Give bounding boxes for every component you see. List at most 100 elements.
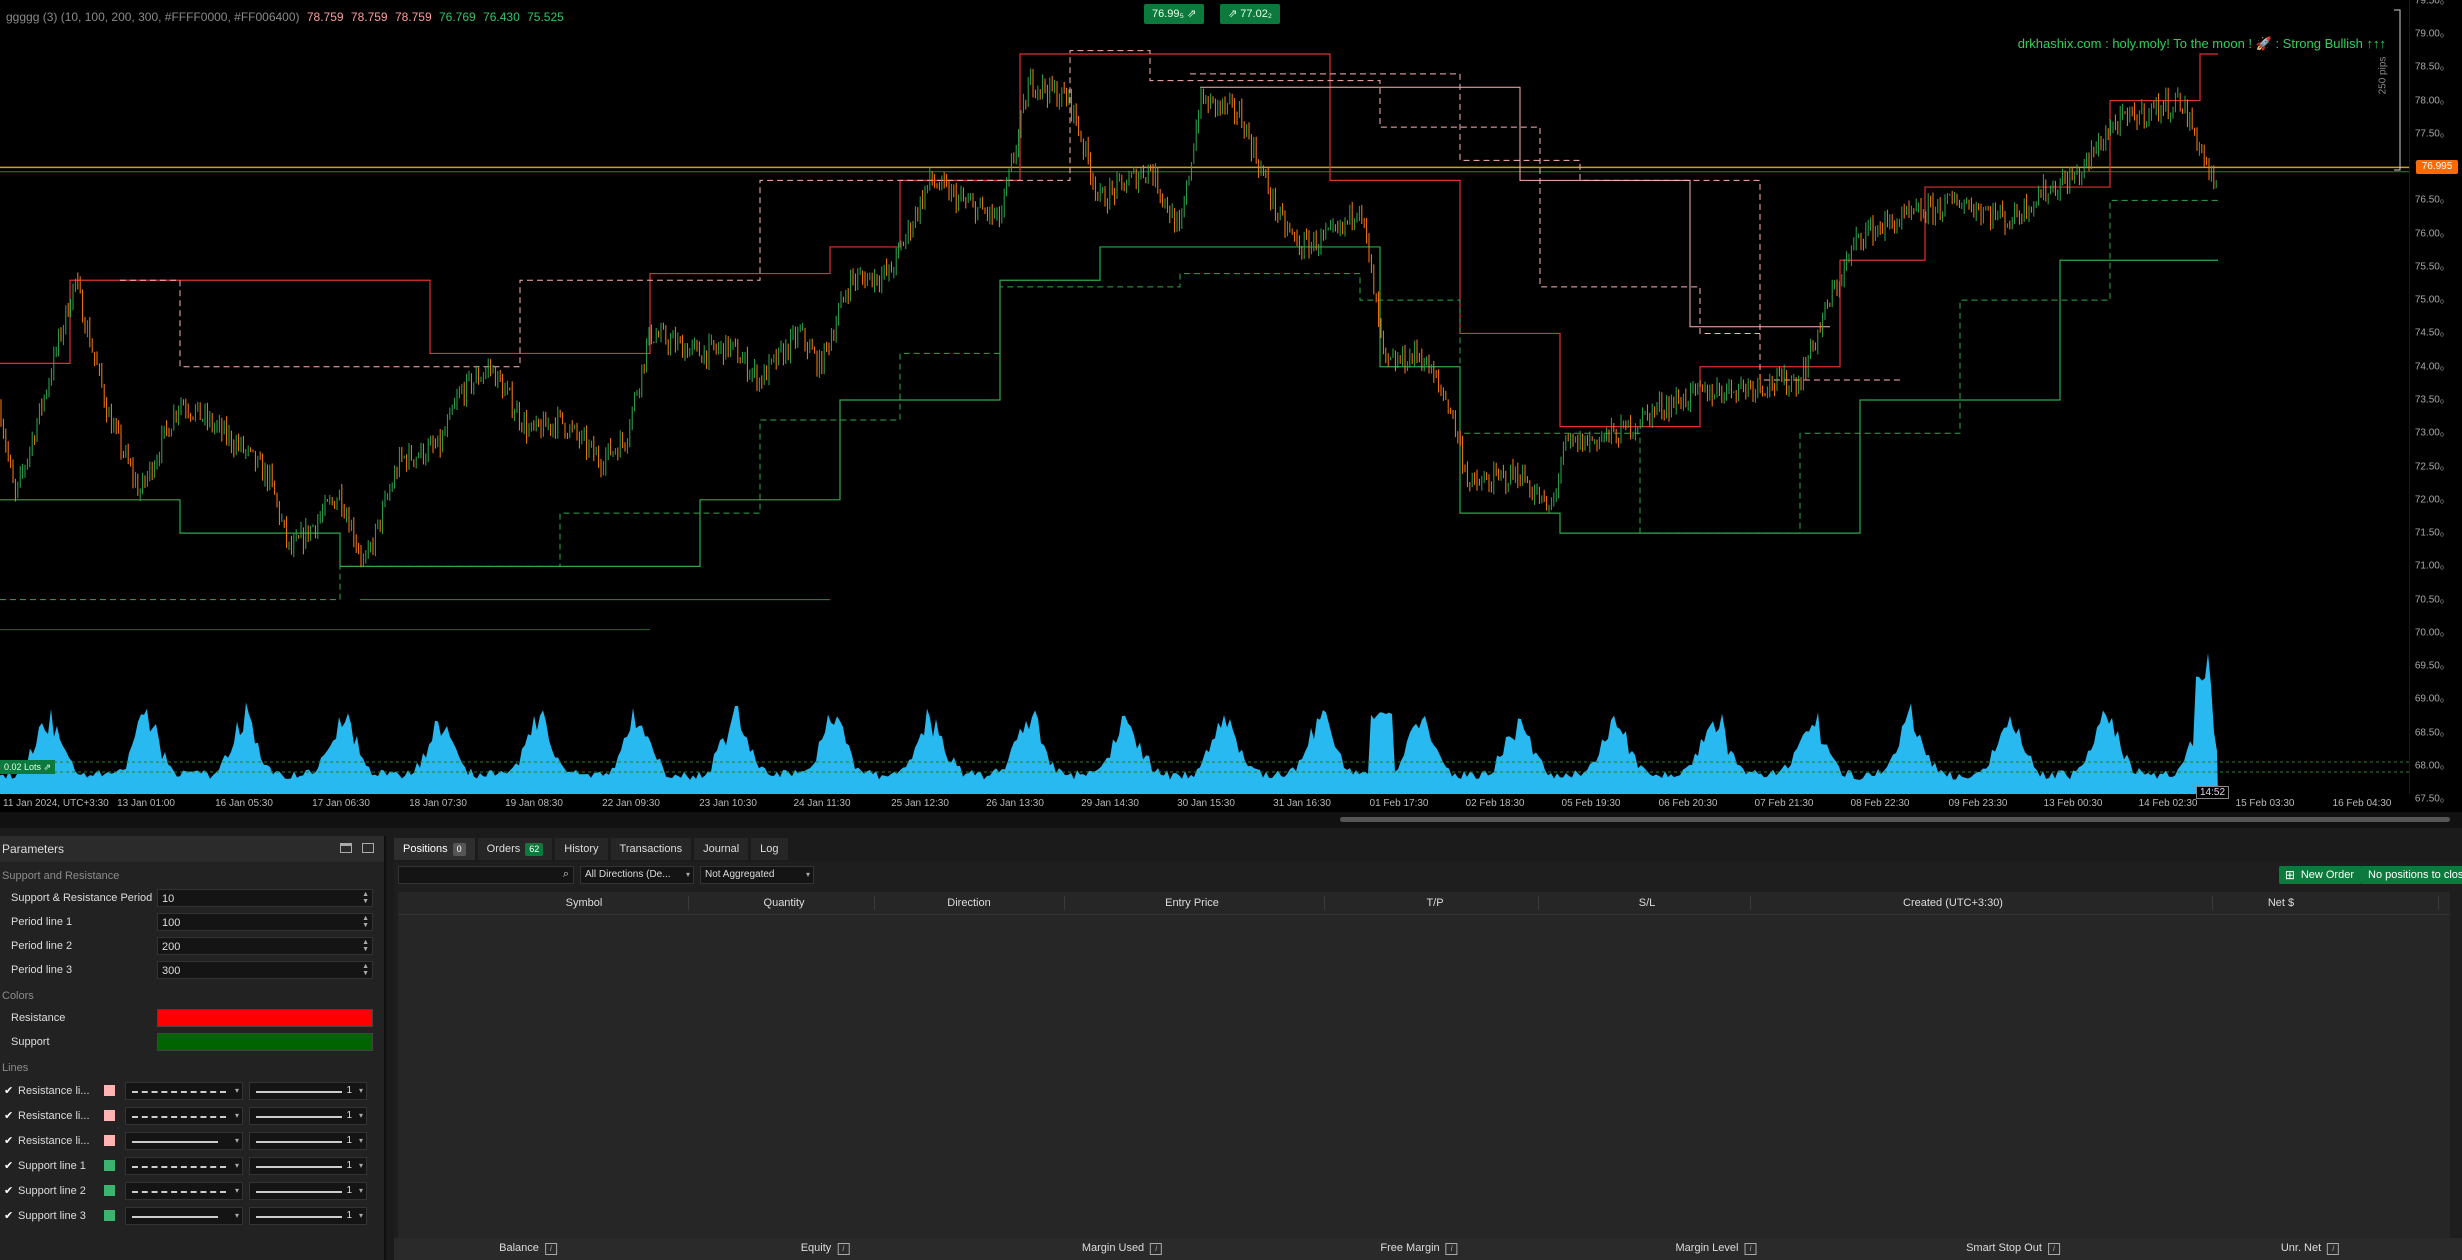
checkbox-checked-icon[interactable]: ✔ [4, 1209, 18, 1222]
new-order-button[interactable]: ⊞ New Order [2278, 866, 2362, 884]
checkbox-checked-icon[interactable]: ✔ [4, 1084, 18, 1097]
checkbox-checked-icon[interactable]: ✔ [4, 1159, 18, 1172]
column-separator[interactable] [874, 896, 875, 910]
time-tick: 01 Feb 17:30 [1369, 798, 1429, 809]
column-separator[interactable] [2212, 896, 2213, 910]
tab-positions[interactable]: Positions 0 [394, 838, 475, 860]
info-icon[interactable]: i [1150, 1243, 1163, 1255]
line-label: Resistance li... [18, 1109, 90, 1122]
tab-history[interactable]: History [555, 838, 608, 860]
parameters-header: Parameters [0, 836, 384, 862]
chart-area[interactable]: ggggg (3) (10, 100, 200, 300, #FFFF0000,… [0, 0, 2462, 828]
stepper-icon[interactable]: ▲ ▼ [362, 939, 369, 953]
stepper-icon[interactable]: ▲ ▼ [362, 963, 369, 977]
search-input[interactable]: ⌕ [398, 866, 574, 884]
price-axis[interactable]: 79.50₀79.00₀78.50₀78.00₀77.50₀77.00₀76.5… [2409, 0, 2462, 805]
line-color-swatch[interactable] [104, 1110, 115, 1121]
column-separator[interactable] [2438, 896, 2439, 910]
line-setting-row: ✔ Support line 1 ▾ 1 ▾ [0, 1153, 384, 1178]
checkbox-checked-icon[interactable]: ✔ [4, 1134, 18, 1147]
chevron-down-icon: ▾ [234, 1135, 239, 1145]
buy-price: 77.02₂ [1240, 8, 1273, 20]
line-style-select[interactable]: ▾ [125, 1181, 243, 1200]
column-separator[interactable] [688, 896, 689, 910]
param-period-line-2: Period line 2 200 ▲ ▼ [0, 934, 384, 958]
param-sr-period: Support & Resistance Period 10 ▲ ▼ [0, 886, 384, 910]
time-axis[interactable]: 11 Jan 2024, UTC+3:30 13 Jan 01:00 16 Jan … [0, 794, 2410, 812]
line-style-select[interactable]: ▾ [125, 1206, 243, 1225]
tab-orders[interactable]: Orders 62 [477, 838, 553, 860]
line-width-select[interactable]: 1 ▾ [249, 1081, 367, 1100]
line-width-select[interactable]: 1 ▾ [249, 1156, 367, 1175]
param-label: Period line 2 [11, 940, 73, 952]
buy-button[interactable]: ⇗ 77.02₂ [1220, 4, 1281, 24]
sell-button[interactable]: 76.99₅ ⇗ [1144, 4, 1205, 24]
period-line-2-input[interactable]: 200 ▲ ▼ [157, 937, 373, 955]
line-setting-row: ✔ Support line 2 ▾ 1 ▾ [0, 1178, 384, 1203]
time-tick: 11 Jan 2024, UTC+3:30 [3, 798, 109, 809]
new-order-icon: ⊞ [2284, 868, 2295, 882]
price-tick: 75.50₀ [2414, 261, 2444, 273]
line-width-select[interactable]: 1 ▾ [249, 1181, 367, 1200]
price-tick: 77.50₀ [2414, 128, 2444, 140]
column-header[interactable]: Net $ [2268, 897, 2294, 909]
column-header[interactable]: T/P [1426, 897, 1443, 909]
stepper-icon[interactable]: ▲ ▼ [362, 915, 369, 929]
column-header[interactable]: Symbol [566, 897, 603, 909]
line-style-select[interactable]: ▾ [125, 1156, 243, 1175]
column-separator[interactable] [1750, 896, 1751, 910]
maximize-icon[interactable] [362, 843, 374, 853]
stepper-icon[interactable]: ▲ ▼ [362, 891, 369, 905]
info-icon[interactable]: i [544, 1243, 557, 1255]
line-style-select[interactable]: ▾ [125, 1131, 243, 1150]
column-header[interactable]: Created (UTC+3:30) [1903, 897, 2003, 909]
column-header[interactable]: Entry Price [1165, 897, 1219, 909]
info-icon[interactable]: i [837, 1243, 850, 1255]
column-header[interactable]: Direction [947, 897, 990, 909]
price-chart[interactable] [0, 0, 2410, 800]
support-color-picker[interactable] [157, 1033, 373, 1051]
tab-transactions[interactable]: Transactions [610, 838, 692, 860]
column-header[interactable]: S/L [1639, 897, 1656, 909]
line-color-swatch[interactable] [104, 1210, 115, 1221]
close-positions-button[interactable]: No positions to close [2362, 866, 2462, 884]
direction-filter[interactable]: All Directions (De... ▾ [580, 866, 694, 884]
line-color-swatch[interactable] [104, 1160, 115, 1171]
line-width-select[interactable]: 1 ▾ [249, 1206, 367, 1225]
aggregation-select[interactable]: Not Aggregated ▾ [700, 866, 814, 884]
checkbox-checked-icon[interactable]: ✔ [4, 1109, 18, 1122]
column-separator[interactable] [1064, 896, 1065, 910]
line-color-swatch[interactable] [104, 1185, 115, 1196]
line-style-select[interactable]: ▾ [125, 1106, 243, 1125]
line-style-select[interactable]: ▾ [125, 1081, 243, 1100]
period-line-3-input[interactable]: 300 ▲ ▼ [157, 961, 373, 979]
chevron-down-icon: ▾ [358, 1135, 363, 1145]
minimize-icon[interactable] [340, 843, 352, 853]
horizontal-scrollbar[interactable] [1340, 817, 2450, 822]
period-line-1-input[interactable]: 100 ▲ ▼ [157, 913, 373, 931]
time-tick: 09 Feb 23:30 [1948, 798, 2008, 809]
column-separator[interactable] [1324, 896, 1325, 910]
time-tick: 31 Jan 16:30 [1273, 798, 1331, 809]
sr-period-input[interactable]: 10 ▲ ▼ [157, 889, 373, 907]
column-separator[interactable] [1538, 896, 1539, 910]
line-width-select[interactable]: 1 ▾ [249, 1131, 367, 1150]
tab-log[interactable]: Log [751, 838, 788, 860]
info-icon[interactable]: i [1744, 1243, 1757, 1255]
info-icon[interactable]: i [2327, 1243, 2340, 1255]
line-width-select[interactable]: 1 ▾ [249, 1106, 367, 1125]
lots-badge[interactable]: 0.02 Lots ⇗ [0, 760, 56, 774]
column-header[interactable]: Quantity [764, 897, 805, 909]
resistance-color-picker[interactable] [157, 1009, 373, 1027]
line-color-swatch[interactable] [104, 1135, 115, 1146]
checkbox-checked-icon[interactable]: ✔ [4, 1184, 18, 1197]
line-width-preview [256, 1090, 342, 1093]
line-style-preview [132, 1190, 226, 1193]
tab-journal[interactable]: Journal [694, 838, 749, 860]
line-width-preview [256, 1215, 342, 1218]
time-tick: 29 Jan 14:30 [1081, 798, 1139, 809]
line-color-swatch[interactable] [104, 1085, 115, 1096]
info-icon[interactable]: i [2047, 1243, 2060, 1255]
info-icon[interactable]: i [1445, 1243, 1458, 1255]
current-price-badge: 76.995 [2416, 160, 2458, 175]
